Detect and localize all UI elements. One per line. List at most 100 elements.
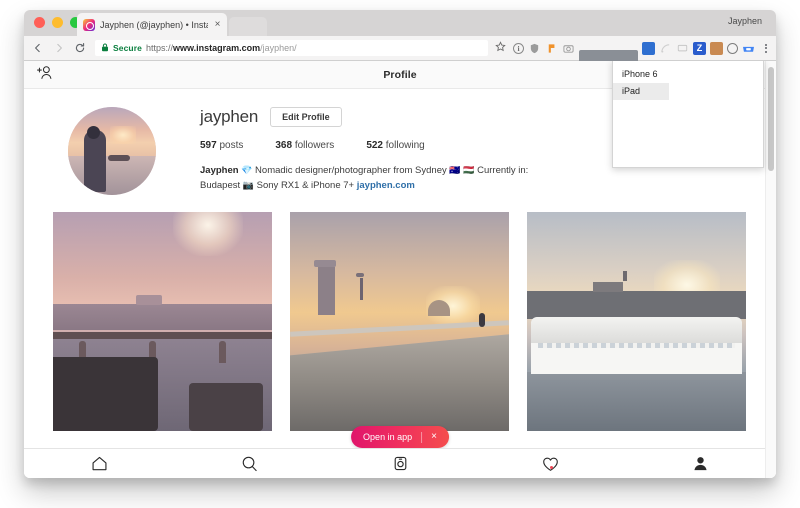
bio-line-1: Nomadic designer/photographer from Sydne… xyxy=(255,165,447,176)
stat-followers-value: 368 xyxy=(275,140,293,151)
bio-display-name: Jayphen xyxy=(200,165,239,176)
reload-icon[interactable] xyxy=(73,41,87,55)
chat-extension-icon[interactable] xyxy=(676,42,689,55)
camera-extension-icon[interactable] xyxy=(562,42,575,55)
info-extension-icon[interactable]: i xyxy=(513,42,524,54)
stat-posts-value: 597 xyxy=(200,140,217,151)
address-bar-url: https://www.instagram.com/jayphen/ xyxy=(146,43,482,53)
photo1-baluster-3 xyxy=(219,341,227,364)
photo3-hill xyxy=(527,290,746,320)
page-scrollbar[interactable] xyxy=(765,61,776,478)
browser-tab-title: Jayphen (@jayphen) • Instagr xyxy=(100,19,208,30)
photo1-chair-left xyxy=(53,356,159,431)
photo1-chair-right xyxy=(188,382,264,431)
browser-profile-name[interactable]: Jayphen xyxy=(728,16,762,26)
photo2-ledge xyxy=(290,320,509,337)
faint-extension-icon[interactable] xyxy=(659,42,672,55)
post-thumbnail-3[interactable] xyxy=(527,212,746,431)
photo2-wall xyxy=(290,334,509,431)
stat-posts-label: posts xyxy=(219,140,244,151)
instagram-favicon xyxy=(83,18,95,31)
bio-website-link[interactable]: jayphen.com xyxy=(357,180,415,191)
post-thumbnail-1[interactable] xyxy=(53,212,272,431)
new-tab-button[interactable] xyxy=(229,17,267,36)
camera-emoji-icon: 📷 xyxy=(242,180,255,190)
bookmark-star-icon[interactable] xyxy=(495,39,506,57)
photo1-castle xyxy=(136,295,163,306)
post-thumbnail-2[interactable] xyxy=(290,212,509,431)
add-person-icon[interactable] xyxy=(36,65,53,85)
post-grid-row-1 xyxy=(24,212,776,431)
photo2-lamp-post xyxy=(360,277,364,300)
avatar[interactable] xyxy=(68,107,156,195)
stat-posts[interactable]: 597 posts xyxy=(200,140,243,151)
tab-camera[interactable] xyxy=(325,455,475,472)
avatar-person xyxy=(83,129,106,192)
photo3-castle xyxy=(592,282,623,293)
photo3-boat-roof xyxy=(531,317,742,344)
device-mode-extension-icon[interactable] xyxy=(742,42,755,55)
photo2-figure xyxy=(478,312,485,327)
avatar-rock xyxy=(108,154,131,161)
minimize-window-button[interactable] xyxy=(52,17,63,28)
orange-flag-extension-icon[interactable] xyxy=(545,42,558,55)
avatar-container xyxy=(24,107,200,195)
bio-line-3: Sony RX1 & iPhone 7+ xyxy=(256,180,355,191)
close-icon[interactable]: × xyxy=(213,19,222,30)
browser-tab[interactable]: Jayphen (@jayphen) • Instagr × xyxy=(77,13,227,36)
window-traffic-lights xyxy=(34,17,81,28)
photo3-boat-windows xyxy=(537,343,736,349)
security-status-label: Secure xyxy=(113,43,142,53)
back-icon[interactable] xyxy=(31,41,45,55)
flag-au-icon: 🇦🇺 xyxy=(449,165,461,175)
gem-icon: 💎 xyxy=(241,165,253,175)
stat-following-value: 522 xyxy=(366,140,383,151)
browser-toolbar: Secure https://www.instagram.com/jayphen… xyxy=(24,33,776,63)
device-menu-item-iphone-6[interactable]: iPhone 6 xyxy=(613,66,763,83)
photo2-lamp-head xyxy=(355,273,364,278)
open-in-app-banner[interactable]: Open in app × xyxy=(351,426,449,448)
photo1-sun xyxy=(173,212,244,257)
zotero-extension-icon[interactable]: Z xyxy=(693,41,706,55)
device-menu-item-ipad[interactable]: iPad xyxy=(613,83,669,100)
close-icon[interactable]: × xyxy=(431,432,437,442)
url-host: www.instagram.com xyxy=(172,43,261,53)
forward-icon xyxy=(52,41,66,55)
open-in-app-label: Open in app xyxy=(363,432,413,442)
scrollbar-thumb[interactable] xyxy=(768,67,774,171)
url-scheme: https:// xyxy=(145,43,173,53)
avatar-sun xyxy=(110,126,137,145)
lock-icon xyxy=(101,39,109,57)
browser-menu-icon[interactable] xyxy=(762,43,770,53)
page-viewport: Profile jayphen Edit Profile 597 posts 3… xyxy=(24,61,776,478)
tab-home[interactable] xyxy=(24,455,174,472)
flag-hu-icon: 🇭🇺 xyxy=(463,165,475,175)
instagram-tabbar xyxy=(24,448,776,478)
blue-square-extension-icon[interactable] xyxy=(642,41,655,55)
profile-bio: Jayphen 💎 Nomadic designer/photographer … xyxy=(200,163,548,193)
bear-extension-icon[interactable] xyxy=(710,41,723,55)
photo1-skyline xyxy=(53,303,272,331)
photo1-rail xyxy=(53,332,272,340)
photo2-tower-top xyxy=(314,260,337,268)
tab-search[interactable] xyxy=(174,455,324,472)
stat-following[interactable]: 522 following xyxy=(366,140,424,151)
profile-username: jayphen xyxy=(200,107,259,126)
photo2-bridge-tower xyxy=(318,266,336,315)
shield-extension-icon[interactable] xyxy=(528,42,541,55)
tab-activity[interactable] xyxy=(475,456,625,472)
photo3-spire xyxy=(623,271,628,282)
device-emulation-menu[interactable]: iPhone 6 iPad xyxy=(612,61,764,168)
stat-following-label: following xyxy=(385,140,425,151)
extensions-strip: i Z xyxy=(513,33,755,63)
stat-followers[interactable]: 368 followers xyxy=(275,140,334,151)
avatar-sea xyxy=(68,156,156,195)
photo3-water xyxy=(527,371,746,431)
clock-extension-icon[interactable] xyxy=(727,42,738,54)
edit-profile-button[interactable]: Edit Profile xyxy=(270,107,342,127)
screenshot-root: Jayphen (@jayphen) • Instagr × Jayphen S… xyxy=(0,0,800,508)
close-window-button[interactable] xyxy=(34,17,45,28)
tab-profile[interactable] xyxy=(626,455,776,472)
url-path: /jayphen/ xyxy=(260,43,297,53)
address-bar[interactable]: Secure https://www.instagram.com/jayphen… xyxy=(95,40,488,56)
